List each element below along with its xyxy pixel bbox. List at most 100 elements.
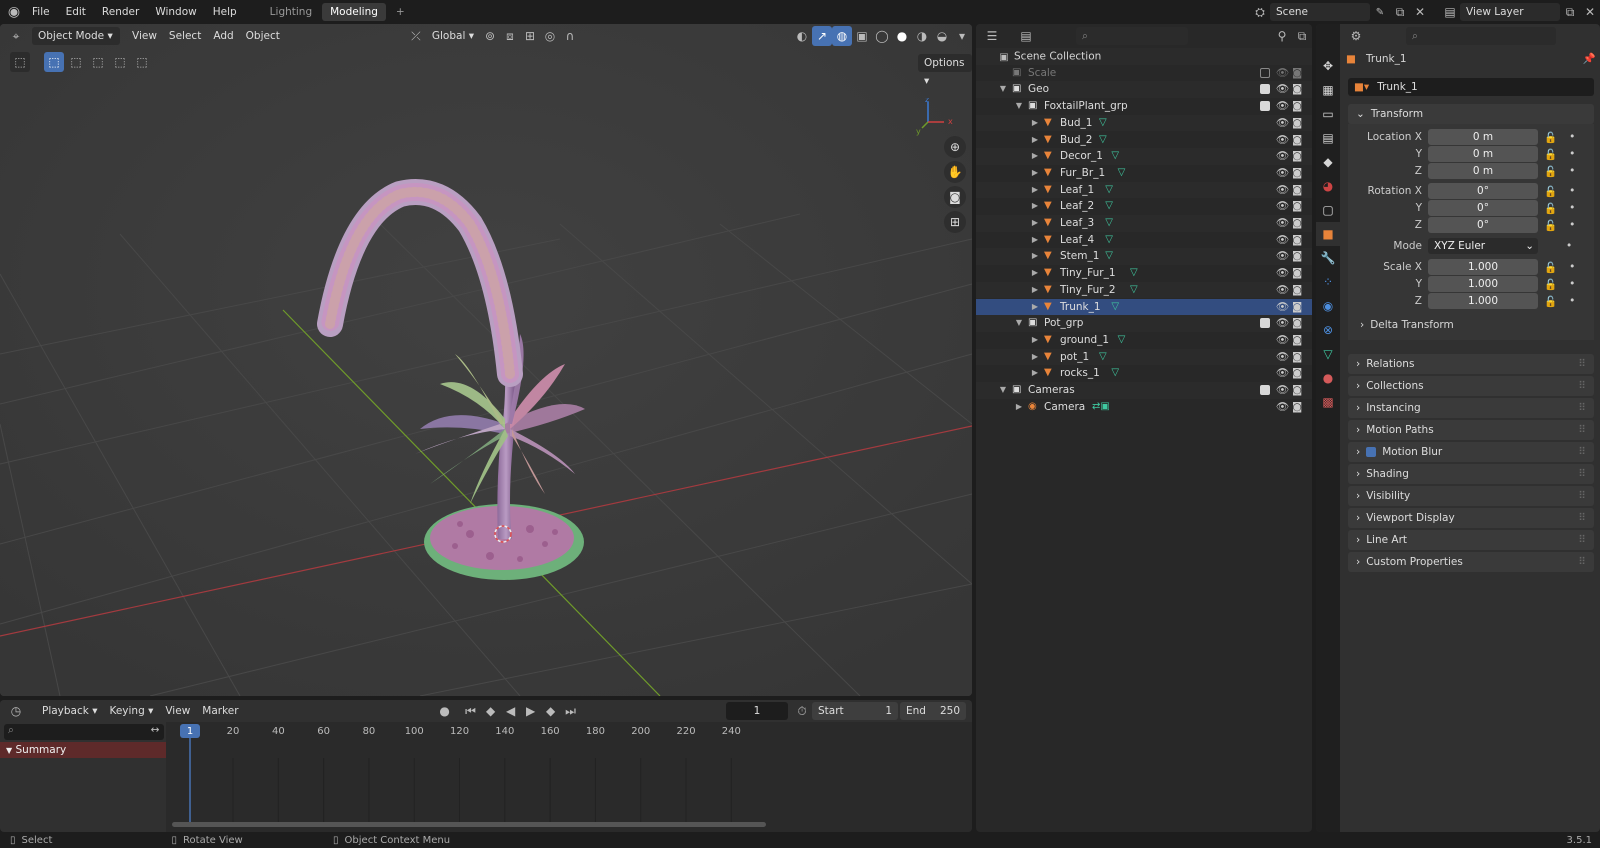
chevron-down-icon[interactable]: ▼: [996, 81, 1010, 98]
shading-wireframe-icon[interactable]: ◯: [872, 26, 892, 46]
outliner-search[interactable]: ⌕: [1076, 27, 1188, 45]
summary-channel[interactable]: ▼ Summary: [0, 742, 166, 758]
eye-icon[interactable]: 👁: [1276, 215, 1289, 232]
outliner-row[interactable]: ▶ ▼ Bud_2 ▽ 👁 ◙: [976, 132, 1312, 149]
menu-file[interactable]: File: [24, 0, 58, 24]
properties-panel-header[interactable]: › Custom Properties ⠿: [1348, 552, 1594, 572]
options-dropdown[interactable]: Options ▾: [918, 54, 972, 87]
eye-icon[interactable]: 👁: [1276, 282, 1289, 299]
swap-icon[interactable]: ↔: [146, 724, 164, 740]
camera-render-icon[interactable]: ◙: [1292, 98, 1302, 115]
outliner-row[interactable]: ▶ ▼ Leaf_3 ▽ 👁 ◙: [976, 215, 1312, 232]
proportional-edit-icon[interactable]: ◎: [540, 26, 560, 46]
material-tab-icon[interactable]: ●: [1316, 366, 1340, 390]
select-invert-icon[interactable]: ⬚: [110, 52, 130, 72]
workspace-tab-lighting[interactable]: Lighting: [262, 3, 320, 21]
prev-keyframe-icon[interactable]: ◆: [481, 701, 501, 721]
blender-logo-icon[interactable]: ◉: [4, 2, 24, 22]
new-scene-icon[interactable]: ⧉: [1390, 2, 1410, 22]
select-subtract-icon[interactable]: ⬚: [88, 52, 108, 72]
mesh-data-icon[interactable]: ▽: [1105, 198, 1113, 215]
keyframe-dot[interactable]: •: [1566, 240, 1572, 252]
outliner-row[interactable]: ▶ ▼ pot_1 ▽ 👁 ◙: [976, 348, 1312, 366]
play-icon[interactable]: ▶: [521, 701, 541, 721]
chevron-right-icon[interactable]: ▶: [1028, 198, 1042, 215]
scene-selector-icon[interactable]: ⛭: [1250, 2, 1270, 22]
keyframe-dot[interactable]: •: [1569, 148, 1575, 160]
outliner-row[interactable]: ▶ ▼ Tiny_Fur_2 ▽ 👁 ◙: [976, 281, 1312, 299]
eye-icon[interactable]: 👁: [1276, 65, 1289, 82]
camera-render-icon[interactable]: ◙: [1292, 248, 1302, 265]
camera-view-icon[interactable]: ◙: [944, 186, 966, 208]
rotation-mode-dropdown[interactable]: XYZ Euler ⌄: [1428, 238, 1538, 254]
add-workspace-button[interactable]: +: [388, 3, 413, 21]
lock-icon[interactable]: 🔓: [1544, 131, 1557, 144]
eye-icon[interactable]: 👁: [1276, 248, 1289, 265]
gizmo-toggle-icon[interactable]: ↗: [812, 26, 832, 46]
camera-render-icon[interactable]: ◙: [1292, 198, 1302, 215]
outliner-row[interactable]: ▼ ▣ Cameras 👁 ◙: [976, 382, 1312, 399]
frame-ruler[interactable]: 1 20 40 60 80 100 120 140 160 180 200 220 240: [166, 722, 786, 832]
outliner-row[interactable]: ▶ ▼ Decor_1 ▽ 👁 ◙: [976, 148, 1312, 165]
exclude-checkbox[interactable]: [1260, 385, 1270, 395]
overlay-toggle-icon[interactable]: ◍: [832, 26, 852, 46]
marker-menu[interactable]: Marker: [196, 702, 244, 720]
render-tab-icon[interactable]: ▦: [1316, 78, 1340, 102]
properties-panel-header[interactable]: › Relations ⠿: [1348, 354, 1594, 374]
outliner-row[interactable]: ▶ ▼ ground_1 ▽ 👁 ◙: [976, 332, 1312, 349]
drag-handle-icon[interactable]: ⠿: [1578, 490, 1586, 502]
select-intersect-icon[interactable]: ⬚: [132, 52, 152, 72]
falloff-icon[interactable]: ∩: [560, 26, 580, 46]
lock-icon[interactable]: 🔓: [1544, 261, 1557, 274]
object-mode-dropdown[interactable]: Object Mode ▾: [32, 27, 120, 45]
chevron-right-icon[interactable]: ▶: [1028, 248, 1042, 265]
outliner-editor-icon[interactable]: ☰: [982, 26, 1002, 46]
eye-icon[interactable]: 👁: [1276, 349, 1289, 366]
chevron-right-icon[interactable]: ▶: [1028, 299, 1042, 316]
timeline-editor-icon[interactable]: ◷: [6, 701, 26, 721]
scale-z-field[interactable]: 1.000: [1428, 293, 1538, 309]
shading-material-icon[interactable]: ◑: [912, 26, 932, 46]
drag-handle-icon[interactable]: ⠿: [1578, 446, 1586, 458]
axis-gizmo[interactable]: z x y: [910, 98, 960, 138]
keyframe-dot[interactable]: •: [1569, 295, 1575, 307]
mesh-data-icon[interactable]: ▽: [1099, 115, 1107, 132]
lock-icon[interactable]: 🔓: [1544, 148, 1557, 161]
chevron-down-icon[interactable]: ▼: [1012, 315, 1026, 332]
drag-handle-icon[interactable]: ⠿: [1578, 358, 1586, 370]
chevron-right-icon[interactable]: ▶: [1028, 332, 1042, 349]
chevron-right-icon[interactable]: ▶: [1028, 148, 1042, 165]
lock-icon[interactable]: 🔓: [1544, 295, 1557, 308]
next-keyframe-icon[interactable]: ◆: [541, 701, 561, 721]
select-extend-icon[interactable]: ⬚: [66, 52, 86, 72]
new-collection-icon[interactable]: ⧉: [1292, 26, 1312, 46]
properties-panel-header[interactable]: › Motion Paths ⠿: [1348, 420, 1594, 440]
chevron-right-icon[interactable]: ▶: [1012, 399, 1026, 416]
properties-panel-header[interactable]: › Instancing ⠿: [1348, 398, 1594, 418]
editor-type-icon[interactable]: ⌖: [6, 26, 26, 46]
drag-handle-icon[interactable]: ⠿: [1578, 380, 1586, 392]
add-menu[interactable]: Add: [207, 27, 239, 45]
keyframe-dot[interactable]: •: [1569, 261, 1575, 273]
view-menu[interactable]: View: [126, 27, 163, 45]
camera-data-icon[interactable]: ⇄▣: [1092, 399, 1110, 416]
datablock-field[interactable]: ■▾ Trunk_1: [1348, 78, 1594, 96]
camera-render-icon[interactable]: ◙: [1292, 182, 1302, 199]
camera-render-icon[interactable]: ◙: [1292, 232, 1302, 249]
eye-icon[interactable]: 👁: [1276, 198, 1289, 215]
eye-icon[interactable]: 👁: [1276, 81, 1289, 98]
ortho-grid-icon[interactable]: ⊞: [944, 211, 966, 233]
mesh-data-icon[interactable]: ▽: [1130, 265, 1138, 282]
properties-panel-header[interactable]: › Viewport Display ⠿: [1348, 508, 1594, 528]
play-reverse-icon[interactable]: ◀: [501, 701, 521, 721]
eye-icon[interactable]: 👁: [1276, 315, 1289, 332]
eye-icon[interactable]: 👁: [1276, 332, 1289, 349]
outliner-row[interactable]: ▶ ▼ Stem_1 ▽ 👁 ◙: [976, 248, 1312, 266]
scale-y-field[interactable]: 1.000: [1428, 276, 1538, 292]
drag-handle-icon[interactable]: ⠿: [1578, 402, 1586, 414]
view-layer-tab-icon[interactable]: ▤: [1316, 126, 1340, 150]
outliner-row[interactable]: ▼ ▣ Pot_grp 👁 ◙: [976, 315, 1312, 332]
constraints-tab-icon[interactable]: ⊗: [1316, 318, 1340, 342]
eye-icon[interactable]: 👁: [1276, 382, 1289, 399]
new-view-layer-icon[interactable]: ⧉: [1560, 2, 1580, 22]
